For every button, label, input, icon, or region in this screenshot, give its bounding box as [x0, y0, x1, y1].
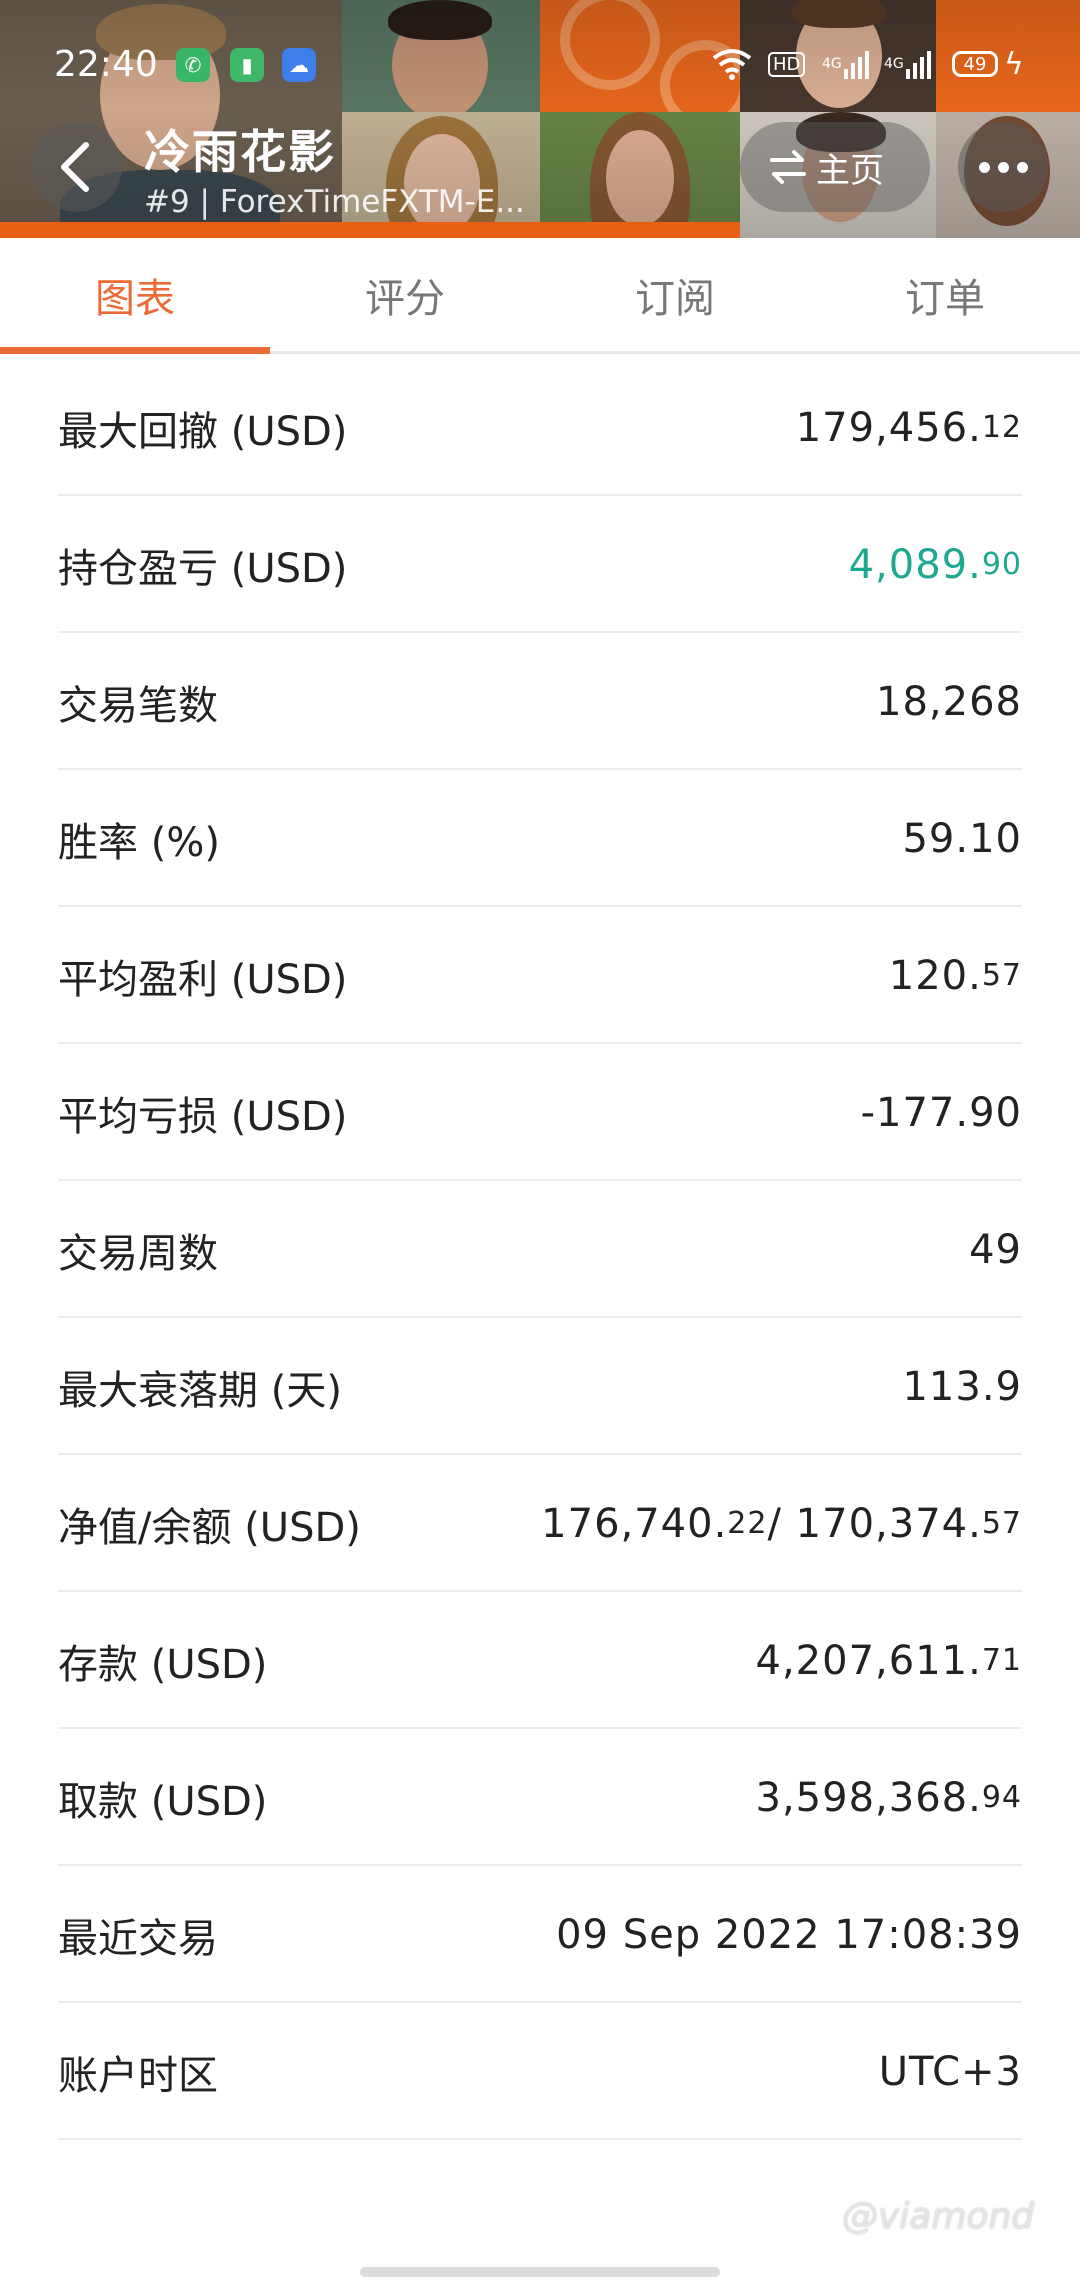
tab-orders[interactable]: 订单	[810, 238, 1080, 351]
stat-value: 59.10	[902, 815, 1022, 862]
more-options-button[interactable]	[958, 122, 1048, 212]
stat-row-max-drawdown: 最大回撤 (USD) 179,456. 12	[58, 359, 1022, 496]
battery-saver-icon: ▮	[230, 48, 264, 82]
signal-2-icon: 4G	[884, 46, 932, 82]
stat-row-trading-weeks: 交易周数 49	[58, 1181, 1022, 1318]
header-accent-strip	[0, 222, 740, 238]
stat-value: 49	[969, 1226, 1022, 1273]
profile-header: 22:40 ✆ ▮ ☁ HD 4G 4G 49 ϟ 冷雨花影 #9 | Fore…	[0, 0, 1080, 238]
signal-1-icon: 4G	[822, 46, 870, 82]
hd-icon: HD	[768, 46, 806, 82]
tab-bar: 图表 评分 订阅 订单	[0, 238, 1080, 354]
stat-row-timezone: 账户时区 UTC+3	[58, 2003, 1022, 2140]
stat-value: 3,598,368. 94	[755, 1774, 1022, 1821]
stat-row-trades: 交易笔数 18,268	[58, 633, 1022, 770]
swap-icon	[770, 150, 806, 184]
stat-row-avg-profit: 平均盈利 (USD) 120. 57	[58, 907, 1022, 1044]
tab-rating[interactable]: 评分	[270, 238, 540, 351]
stat-value: UTC+3	[878, 2048, 1022, 2095]
home-indicator[interactable]	[360, 2267, 720, 2277]
charging-icon: ϟ	[1004, 46, 1024, 82]
watermark: @viamond	[842, 2196, 1035, 2237]
phone-call-icon: ✆	[176, 48, 210, 82]
more-dot-icon	[978, 161, 990, 173]
chevron-left-icon	[61, 142, 89, 192]
stat-value: 176,740. 22 / 170,374. 57	[541, 1500, 1022, 1547]
stat-row-deposits: 存款 (USD) 4,207,611. 71	[58, 1592, 1022, 1729]
tab-chart[interactable]: 图表	[0, 238, 270, 354]
stat-value: -177.90	[860, 1089, 1022, 1136]
wifi-icon	[712, 46, 752, 82]
active-tab-indicator	[0, 347, 270, 354]
battery-icon: 49	[952, 51, 998, 77]
stat-row-withdrawals: 取款 (USD) 3,598,368. 94	[58, 1729, 1022, 1866]
stat-row-last-trade: 最近交易 09 Sep 2022 17:08:39	[58, 1866, 1022, 2003]
stat-value: 4,207,611. 71	[755, 1637, 1022, 1684]
stat-value: 179,456. 12	[795, 404, 1022, 451]
stat-value: 09 Sep 2022 17:08:39	[556, 1911, 1022, 1958]
stat-row-equity-balance: 净值/余额 (USD) 176,740. 22 / 170,374. 57	[58, 1455, 1022, 1592]
status-bar: 22:40 ✆ ▮ ☁ HD 4G 4G 49 ϟ	[0, 0, 1080, 130]
status-time: 22:40	[54, 44, 158, 85]
stat-row-max-decline-period: 最大衰落期 (天) 113.9	[58, 1318, 1022, 1455]
stat-row-avg-loss: 平均亏损 (USD) -177.90	[58, 1044, 1022, 1181]
tab-subscribe[interactable]: 订阅	[540, 238, 810, 351]
stat-value: 120. 57	[888, 952, 1022, 999]
page-title: 冷雨花影	[144, 125, 336, 179]
stat-value: 113.9	[902, 1363, 1022, 1410]
stat-row-floating-pl: 持仓盈亏 (USD) 4,089. 90	[58, 496, 1022, 633]
account-subtitle: #9 | ForexTimeFXTM-E...	[144, 184, 525, 220]
home-label: 主页	[816, 150, 884, 191]
cloud-app-icon: ☁	[282, 48, 316, 82]
stat-row-win-rate: 胜率 (%) 59.10	[58, 770, 1022, 907]
back-button[interactable]	[32, 122, 122, 212]
home-switch-button[interactable]: 主页	[740, 122, 930, 212]
stat-value: 4,089. 90	[848, 541, 1022, 588]
stat-value: 18,268	[876, 678, 1022, 725]
